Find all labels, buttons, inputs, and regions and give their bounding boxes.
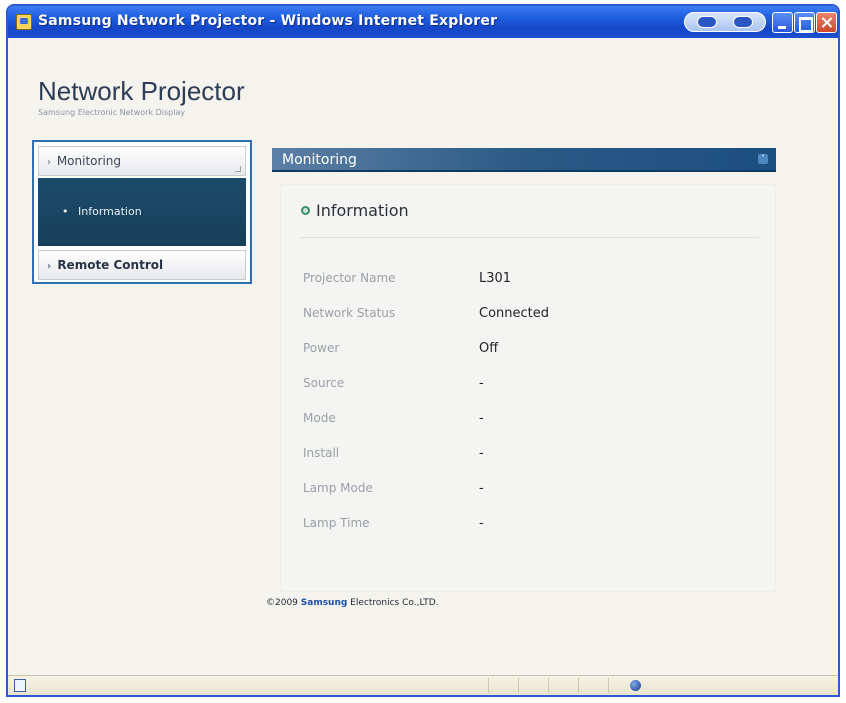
info-value: - [479,446,484,461]
brand-name: Samsung [300,598,348,608]
internet-zone-icon[interactable] [630,680,641,691]
sidebar-item-label: Information [78,205,142,218]
sidebar-item-information[interactable]: • Information [38,178,246,246]
info-row-projector-name: Projector Name L301 [303,271,743,291]
status-divider [518,678,519,693]
status-divider [608,678,609,693]
info-row-network-status: Network Status Connected [303,306,743,326]
chevron-right-icon: › [47,157,51,168]
app-subtitle: Samsung Electronic Network Display [38,108,186,117]
ie-page-icon [16,14,32,30]
info-label: Source [303,376,345,390]
browser-window: Samsung Network Projector - Windows Inte… [6,4,840,697]
info-label: Lamp Time [303,516,370,530]
info-label: Mode [303,411,336,425]
sidebar-item-remote-control[interactable]: › Remote Control [38,250,246,280]
status-bar [8,675,838,695]
back-icon[interactable] [697,16,717,28]
info-label: Network Status [303,306,396,320]
navigation-buttons[interactable] [684,12,766,32]
window-title: Samsung Network Projector - Windows Inte… [38,13,498,29]
section-header: Monitoring ˅ [272,148,776,172]
sidebar-item-label: Monitoring [56,154,121,168]
minimize-button[interactable] [772,12,793,33]
expand-corner-icon [235,166,241,172]
circle-bullet-icon [301,206,310,215]
sidebar-menu: › Monitoring • Information › Remote Cont… [32,140,252,284]
panel-title: Information [301,201,409,220]
info-value: Connected [479,306,550,321]
app-title: Network Projector [38,76,245,106]
page-status-icon [14,679,26,692]
info-value: L301 [479,271,512,286]
sidebar-item-label: Remote Control [57,258,164,272]
status-divider [548,678,549,693]
copyright-prefix: ©2009 [266,598,301,608]
status-divider [578,678,579,693]
title-bar: Samsung Network Projector - Windows Inte… [8,6,838,38]
info-row-lamp-time: Lamp Time - [303,516,743,536]
divider [299,237,759,238]
chevron-right-icon: › [47,261,52,272]
forward-icon[interactable] [733,16,753,28]
info-value: Off [479,341,499,356]
info-row-power: Power Off [303,341,743,361]
section-title: Monitoring [282,152,357,168]
info-value: - [479,411,484,426]
copyright-footer: ©2009 Samsung Electronics Co.,LTD. [266,598,439,608]
info-row-source: Source - [303,376,743,396]
panel-title-text: Information [316,201,409,220]
bullet-icon: • [62,205,69,218]
info-label: Lamp Mode [303,481,373,495]
copyright-suffix: Electronics Co.,LTD. [347,598,439,608]
info-label: Install [303,446,340,460]
info-value: - [479,516,484,531]
information-panel: Information Projector Name L301 Network … [280,184,776,592]
info-row-mode: Mode - [303,411,743,431]
sidebar-item-monitoring[interactable]: › Monitoring [38,146,246,176]
collapse-icon[interactable]: ˅ [758,154,768,164]
info-value: - [479,376,484,391]
info-label: Power [303,341,340,355]
info-value: - [479,481,484,496]
close-button[interactable] [816,12,837,33]
maximize-button[interactable] [794,12,815,33]
info-row-lamp-mode: Lamp Mode - [303,481,743,501]
info-label: Projector Name [303,271,396,285]
page-viewport: Network Projector Samsung Electronic Net… [12,38,834,675]
status-divider [488,678,489,693]
info-row-install: Install - [303,446,743,466]
